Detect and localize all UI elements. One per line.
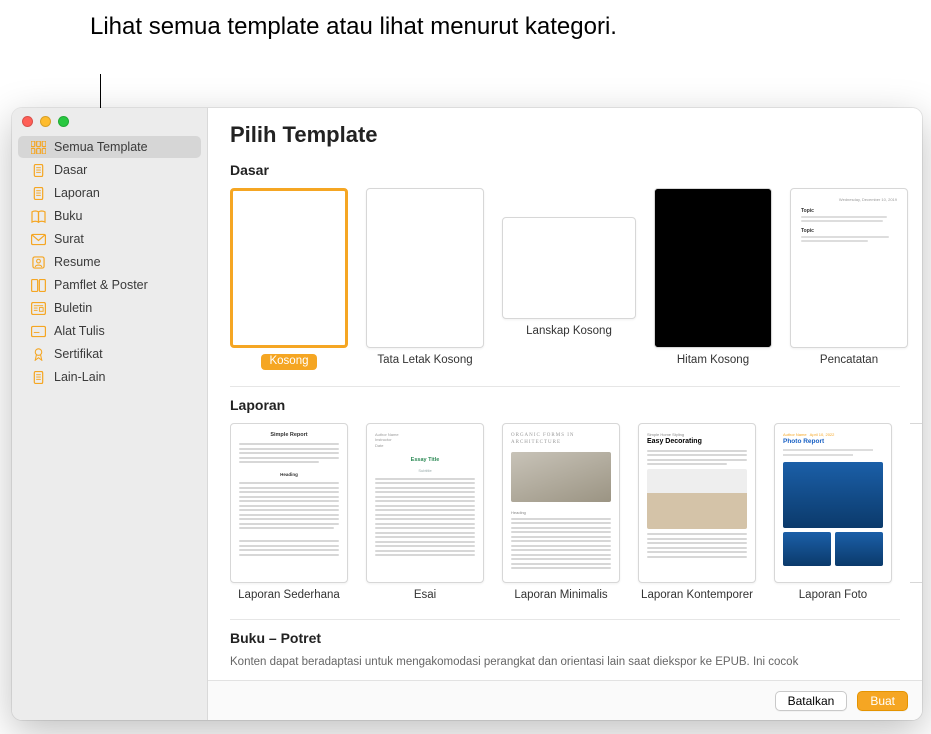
template-row-dasar: Kosong Tata Letak Kosong Lanskap Kosong Hit…	[230, 188, 922, 370]
section-divider	[230, 386, 900, 387]
template-chooser-window: Semua Template Dasar Laporan Buku Surat Resum…	[12, 108, 922, 720]
template-thumbnail: ORGANIC FORMS IN ARCHITECTUREHeading	[502, 423, 620, 583]
sidebar-item-resume[interactable]: Resume	[18, 251, 201, 273]
sidebar-item-label: Surat	[54, 232, 84, 246]
book-icon	[30, 209, 46, 223]
sidebar-item-buku[interactable]: Buku	[18, 205, 201, 227]
template-thumbnail	[910, 423, 922, 583]
template-pencatatan[interactable]: Wednesday, December 10, 2019TopicTopic Pe…	[790, 188, 908, 368]
create-button[interactable]: Buat	[857, 691, 908, 711]
template-thumbnail: Author Name April 10, 2022Photo Report	[774, 423, 892, 583]
page-icon	[30, 186, 46, 200]
minimize-window-button[interactable]	[40, 116, 51, 127]
section-title-laporan: Laporan	[230, 397, 922, 413]
template-tata-letak-kosong[interactable]: Tata Letak Kosong	[366, 188, 484, 368]
cancel-button[interactable]: Batalkan	[775, 691, 848, 711]
ribbon-icon	[30, 347, 46, 361]
template-esai[interactable]: Author NameInstructorDateEssay TitleSubt…	[366, 423, 484, 603]
sidebar-item-label: Pamflet & Poster	[54, 278, 148, 292]
section-title-buku: Buku – Potret	[230, 630, 922, 646]
template-thumbnail: Simple ReportHeading	[230, 423, 348, 583]
grid-icon	[30, 140, 46, 154]
sidebar-item-label: Sertifikat	[54, 347, 103, 361]
sidebar-item-label: Semua Template	[54, 140, 148, 154]
template-label: Lanskap Kosong	[502, 325, 636, 339]
template-label: Laporan Foto	[774, 589, 892, 603]
sidebar-item-label: Laporan	[54, 186, 100, 200]
zoom-window-button[interactable]	[58, 116, 69, 127]
sidebar-item-label: Resume	[54, 255, 101, 269]
page-icon	[30, 163, 46, 177]
section-subtitle-buku: Konten dapat beradaptasi untuk mengakomo…	[230, 656, 922, 668]
close-window-button[interactable]	[22, 116, 33, 127]
sidebar-item-semua-template[interactable]: Semua Template	[18, 136, 201, 158]
sidebar-item-lain-lain[interactable]: Lain-Lain	[18, 366, 201, 388]
template-thumbnail: Wednesday, December 10, 2019TopicTopic	[790, 188, 908, 348]
callout-annotation: Lihat semua template atau lihat menurut …	[90, 12, 617, 42]
window-controls	[22, 116, 69, 127]
section-buku: Buku – Potret Konten dapat beradaptasi u…	[230, 630, 922, 668]
template-label: Laporan Kontemporer	[638, 589, 756, 603]
page-title: Pilih Template	[230, 122, 922, 148]
template-label: Laporan Sederhana	[230, 589, 348, 603]
person-icon	[30, 255, 46, 269]
sidebar-item-label: Lain-Lain	[54, 370, 105, 384]
sidebar-item-alat-tulis[interactable]: Alat Tulis	[18, 320, 201, 342]
sidebar-item-pamflet-poster[interactable]: Pamflet & Poster	[18, 274, 201, 296]
template-hitam-kosong[interactable]: Hitam Kosong	[654, 188, 772, 368]
dialog-footer: Batalkan Buat	[208, 680, 922, 720]
section-laporan: Laporan Simple ReportHeading Laporan Sede…	[230, 397, 922, 603]
template-laporan-minimalis[interactable]: ORGANIC FORMS IN ARCHITECTUREHeading Lapo…	[502, 423, 620, 603]
template-label: Laporan Minimalis	[502, 589, 620, 603]
template-label: Tata Letak Kosong	[366, 354, 484, 368]
sidebar-item-surat[interactable]: Surat	[18, 228, 201, 250]
section-dasar: Dasar Kosong Tata Letak Kosong Lanskap Kos…	[230, 162, 922, 370]
category-sidebar: Semua Template Dasar Laporan Buku Surat Resum…	[12, 108, 208, 720]
section-title-dasar: Dasar	[230, 162, 922, 178]
card-icon	[30, 324, 46, 338]
sidebar-item-laporan[interactable]: Laporan	[18, 182, 201, 204]
sidebar-item-dasar[interactable]: Dasar	[18, 159, 201, 181]
spread-icon	[30, 278, 46, 292]
template-thumbnail	[366, 188, 484, 348]
sidebar-item-buletin[interactable]: Buletin	[18, 297, 201, 319]
page-icon	[30, 370, 46, 384]
template-thumbnail: Author NameInstructorDateEssay TitleSubt…	[366, 423, 484, 583]
template-thumbnail	[502, 217, 636, 319]
template-thumbnail	[230, 188, 348, 348]
news-icon	[30, 301, 46, 315]
template-thumbnail: Simple Home StylingEasy Decorating	[638, 423, 756, 583]
template-overflow-peek[interactable]	[910, 423, 922, 583]
template-label: Hitam Kosong	[654, 354, 772, 368]
sidebar-item-label: Buku	[54, 209, 83, 223]
template-label: Pencatatan	[790, 354, 908, 368]
template-kosong[interactable]: Kosong	[230, 188, 348, 370]
section-divider	[230, 619, 900, 620]
sidebar-item-label: Alat Tulis	[54, 324, 105, 338]
sidebar-item-label: Buletin	[54, 301, 92, 315]
sidebar-item-sertifikat[interactable]: Sertifikat	[18, 343, 201, 365]
template-laporan-kontemporer[interactable]: Simple Home StylingEasy Decorating Lapora…	[638, 423, 756, 603]
template-laporan-foto[interactable]: Author Name April 10, 2022Photo Report La…	[774, 423, 892, 603]
template-laporan-sederhana[interactable]: Simple ReportHeading Laporan Sederhana	[230, 423, 348, 603]
template-lanskap-kosong[interactable]: Lanskap Kosong	[502, 188, 636, 339]
template-label: Esai	[366, 589, 484, 603]
template-label: Kosong	[261, 354, 316, 370]
template-row-laporan: Simple ReportHeading Laporan Sederhana Aut…	[230, 423, 922, 603]
template-scroll-area[interactable]: Pilih Template Dasar Kosong Tata Letak Ko…	[208, 108, 922, 720]
template-thumbnail	[654, 188, 772, 348]
sidebar-item-label: Dasar	[54, 163, 87, 177]
template-main-area: Pilih Template Dasar Kosong Tata Letak Ko…	[208, 108, 922, 720]
callout-leader-line	[100, 74, 101, 109]
mail-icon	[30, 232, 46, 246]
